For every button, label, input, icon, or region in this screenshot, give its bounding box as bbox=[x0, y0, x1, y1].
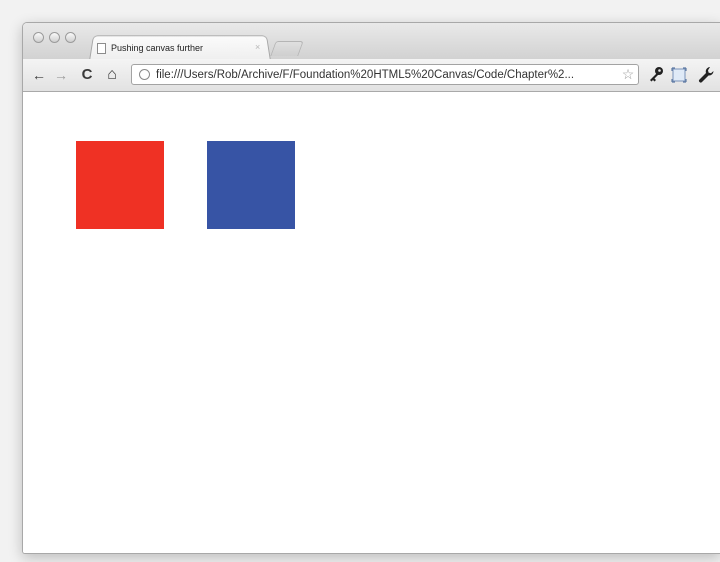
minimize-window-button[interactable] bbox=[49, 32, 60, 43]
wrench-icon[interactable] bbox=[697, 65, 715, 85]
key-icon[interactable] bbox=[647, 65, 665, 85]
canvas bbox=[76, 141, 295, 229]
back-icon[interactable]: ← bbox=[31, 65, 47, 85]
title-bar: Pushing canvas further × bbox=[23, 23, 720, 61]
tab-close-icon[interactable]: × bbox=[255, 40, 260, 54]
tab-title: Pushing canvas further bbox=[111, 43, 204, 53]
page-icon bbox=[97, 42, 106, 54]
reload-icon[interactable]: C bbox=[79, 65, 95, 85]
zoom-window-button[interactable] bbox=[65, 32, 76, 43]
tab-label-group[interactable]: Pushing canvas further bbox=[97, 38, 203, 58]
blue-square bbox=[207, 141, 295, 229]
url-text[interactable]: file:///Users/Rob/Archive/F/Foundation%2… bbox=[156, 69, 618, 81]
close-window-button[interactable] bbox=[33, 32, 44, 43]
browser-toolbar: ← → C ⌂ file:///Users/Rob/Archive/F/Foun… bbox=[23, 59, 720, 92]
address-bar[interactable]: file:///Users/Rob/Archive/F/Foundation%2… bbox=[131, 64, 639, 85]
home-icon[interactable]: ⌂ bbox=[103, 65, 121, 85]
new-tab-button[interactable] bbox=[270, 41, 304, 56]
forward-icon[interactable]: → bbox=[53, 65, 69, 85]
page-content bbox=[23, 92, 720, 553]
star-icon[interactable]: ☆ bbox=[618, 66, 638, 83]
globe-icon bbox=[139, 69, 150, 80]
page-icon[interactable] bbox=[671, 66, 687, 84]
red-square bbox=[76, 141, 164, 229]
browser-window: Pushing canvas further × ← → C ⌂ file://… bbox=[22, 22, 720, 554]
